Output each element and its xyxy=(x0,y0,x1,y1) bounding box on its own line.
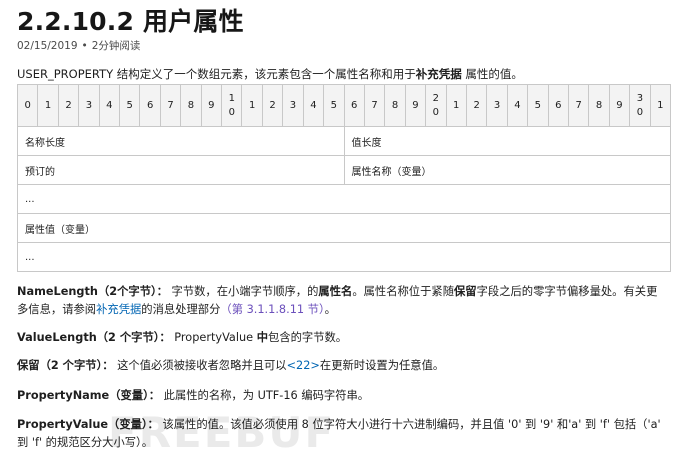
desc-namelength: NameLength（2个字节）： 字节数，在小端字节顺序，的属性名。属性名称位… xyxy=(17,283,667,319)
term-namelength: NameLength（2个字节）： xyxy=(17,285,168,298)
term-reserved: 保留（2 个字节）： xyxy=(17,359,114,372)
desc-text: 这个值必须被接收者忽略并且可以 xyxy=(117,359,287,372)
bit-header-cell: 10 xyxy=(221,84,243,127)
table-row: ... xyxy=(17,184,671,214)
desc-text: PropertyValue xyxy=(174,331,257,344)
bit-header-cell: 9 xyxy=(404,84,427,127)
section-3-1-1-8-11-link[interactable]: （第 3.1.1.8.11 节） xyxy=(220,303,324,316)
desc-propertyname: PropertyName（变量）： 此属性的名称，为 UTF-16 编码字符串。 xyxy=(17,387,667,405)
table-row: ... xyxy=(17,242,671,272)
desc-propertyvalue: PropertyValue（变量）： 该属性的值。该值必须使用 8 位字符大小进… xyxy=(17,416,667,452)
desc-text: 字节数，在小端字节顺序，的 xyxy=(171,285,319,298)
term-valuelength: ValueLength（2 个字节）： xyxy=(17,331,171,344)
bit-header-cell: 7 xyxy=(159,84,182,127)
bit-header-cell: 1 xyxy=(445,84,467,127)
bit-header-cell: 5 xyxy=(119,84,141,127)
bit-header-cell: 4 xyxy=(98,84,121,127)
article-meta: 02/15/2019 • 2分钟阅读 xyxy=(17,38,140,53)
bit-header-cell: 30 xyxy=(629,84,651,127)
field-ellipsis: ... xyxy=(17,242,671,272)
bit-header-cell: 7 xyxy=(567,84,590,127)
bit-header-cell: 6 xyxy=(547,84,569,127)
field-propertyvalue: 属性值（变量） xyxy=(17,213,671,243)
bit-header-cell: 8 xyxy=(588,84,610,127)
field-propertyname: 属性名称（变量） xyxy=(343,155,671,185)
bit-header-cell: 2 xyxy=(261,84,284,127)
desc-text: 包含的字节数。 xyxy=(268,331,348,344)
page-title: 2.2.10.2 用户属性 xyxy=(17,7,244,36)
bit-header-cell: 9 xyxy=(608,84,631,127)
desc-bold: 中 xyxy=(256,331,269,344)
desc-bold: 保留 xyxy=(454,285,477,298)
bit-header-cell: 8 xyxy=(180,84,202,127)
footnote-22-link[interactable]: <22> xyxy=(287,359,320,372)
read-time: 2分钟阅读 xyxy=(91,40,141,52)
intro-text: USER_PROPERTY 结构定义了一个数组元素，该元素包含一个属性名称和用于 xyxy=(17,67,416,81)
desc-text: 的消息处理部分 xyxy=(141,303,221,316)
bit-header-cell: 6 xyxy=(343,84,365,127)
desc-valuelength: ValueLength（2 个字节）： PropertyValue 中包含的字节… xyxy=(17,329,667,347)
term-propertyvalue: PropertyValue（变量）： xyxy=(17,418,159,431)
field-ellipsis: ... xyxy=(17,184,671,214)
bit-header-cell: 3 xyxy=(282,84,304,127)
bit-header-cell: 2 xyxy=(465,84,488,127)
bit-header-cell: 4 xyxy=(302,84,325,127)
bit-header-cell: 8 xyxy=(384,84,406,127)
desc-text: 在更新时设置为任意值。 xyxy=(319,359,445,372)
bit-header-row: 01234567891012345678920123456789301 xyxy=(16,84,672,127)
bit-header-cell: 4 xyxy=(506,84,529,127)
table-row: 属性值（变量） xyxy=(17,213,671,243)
bit-header-cell: 3 xyxy=(78,84,100,127)
intro-text-end: 属性的值。 xyxy=(461,67,523,81)
field-reserved: 预订的 xyxy=(17,155,345,185)
table-row: 名称长度 值长度 xyxy=(17,126,671,156)
publish-date: 02/15/2019 xyxy=(17,40,78,52)
bit-header-cell: 1 xyxy=(649,84,672,127)
supplemental-credentials-link[interactable]: 补充凭据 xyxy=(96,303,141,316)
desc-text: 此属性的名称，为 UTF-16 编码字符串。 xyxy=(163,389,370,402)
bit-header-cell: 9 xyxy=(200,84,223,127)
bit-header-cell: 1 xyxy=(37,84,59,127)
desc-reserved: 保留（2 个字节）： 这个值必须被接收者忽略并且可以<22>在更新时设置为任意值… xyxy=(17,357,667,375)
bit-header-cell: 6 xyxy=(139,84,161,127)
meta-separator: • xyxy=(81,40,88,52)
bit-header-cell: 1 xyxy=(241,84,263,127)
term-propertyname: PropertyName（变量）： xyxy=(17,389,161,402)
field-valuelength: 值长度 xyxy=(343,126,671,156)
structure-table: 01234567891012345678920123456789301 名称长度… xyxy=(16,84,672,272)
bit-header-cell: 5 xyxy=(527,84,549,127)
desc-text: 。 xyxy=(324,303,336,316)
bit-header-cell: 0 xyxy=(16,84,39,127)
bit-header-cell: 7 xyxy=(363,84,386,127)
intro-paragraph: USER_PROPERTY 结构定义了一个数组元素，该元素包含一个属性名称和用于… xyxy=(17,66,523,82)
intro-bold: 补充凭据 xyxy=(415,67,462,81)
desc-text: 。属性名称位于紧随 xyxy=(352,285,454,298)
table-row: 预订的 属性名称（变量） xyxy=(17,155,671,185)
bit-header-cell: 20 xyxy=(425,84,447,127)
bit-header-cell: 3 xyxy=(486,84,508,127)
field-namelength: 名称长度 xyxy=(17,126,345,156)
bit-header-cell: 2 xyxy=(57,84,80,127)
bit-header-cell: 5 xyxy=(323,84,345,127)
desc-bold: 属性名 xyxy=(318,285,353,298)
